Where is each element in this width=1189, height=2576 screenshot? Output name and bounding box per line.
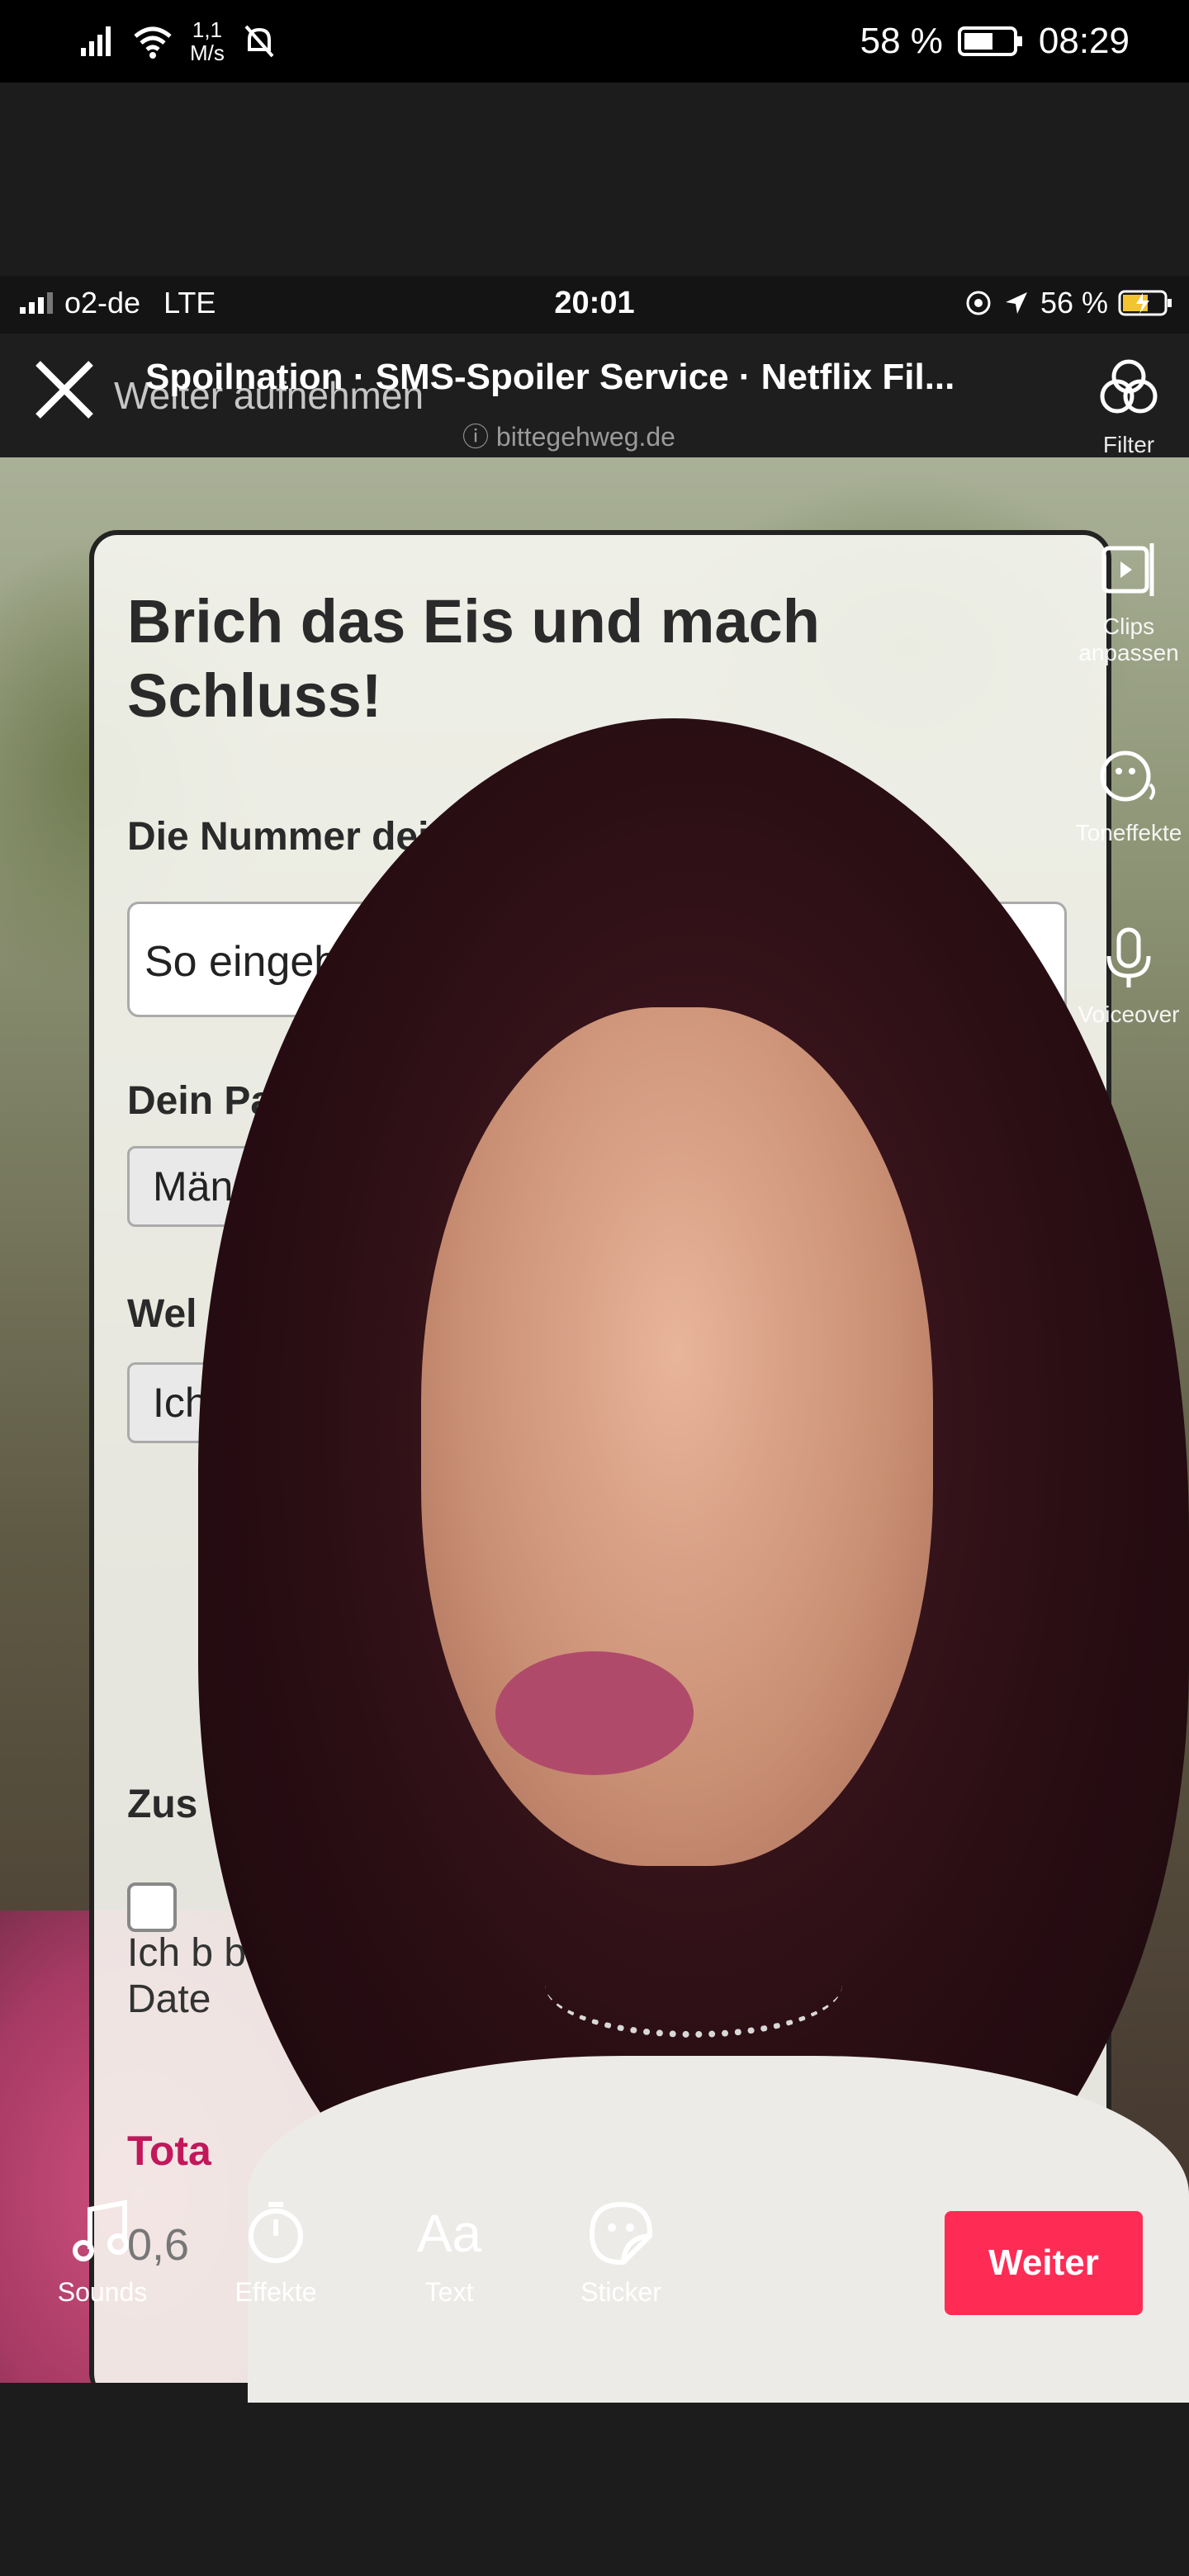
music-note-icon [73,2200,129,2261]
effects-button[interactable]: Effekte [218,2196,334,2308]
filter-button[interactable]: Filter [1075,355,1182,458]
network-speed-value: 1,1 [192,17,223,42]
sounds-label: Sounds [57,2277,148,2307]
recorded-battery-percent: 56 % [1040,286,1108,320]
text-button[interactable]: Aa Text [391,2196,507,2308]
voiceover-label: Voiceover [1078,1002,1180,1027]
form-heading: Brich das Eis und mach Schluss! [127,587,820,730]
clips-adjust-button[interactable]: Clips anpassen [1075,537,1182,666]
sticker-label: Sticker [580,2277,661,2307]
close-icon[interactable] [30,355,99,424]
sound-effects-button[interactable]: Toneffekte [1075,743,1182,846]
person-overlay [198,718,1189,2403]
rotation-lock-icon [966,291,991,315]
clips-label: Clips anpassen [1078,613,1179,665]
system-status-bar: 1,1 M/s 58 % 08:29 [0,0,1189,83]
necklace [545,1932,842,2038]
sticker-button[interactable]: Sticker [563,2196,679,2308]
sounds-button[interactable]: Sounds [45,2196,160,2308]
clock: 08:29 [1038,21,1130,61]
voiceover-button[interactable]: Voiceover [1075,925,1182,1028]
page-url: ⓘ bittegehweg.de [462,422,675,452]
microphone-icon [1106,927,1151,987]
sticker-icon [589,2201,652,2265]
browser-header: Weiter aufnehmen Spoilnation · SMS-Spoil… [0,334,1189,457]
effects-timer-icon [249,2202,303,2263]
charging-battery-icon [1118,290,1172,316]
location-icon [1005,292,1027,314]
network-speed-unit: M/s [190,40,225,65]
signal-icon [81,26,111,56]
text-icon: Aa [416,2204,482,2263]
consent-checkbox[interactable] [127,1882,177,1932]
filter-label: Filter [1102,432,1155,457]
next-button[interactable]: Weiter [945,2211,1143,2315]
which-label: Wel [127,1292,197,1336]
mute-bell-icon [244,25,274,58]
effects-label: Effekte [234,2277,317,2307]
text-label: Text [424,2277,474,2307]
sound-effects-label: Toneffekte [1075,820,1182,845]
extra-label: Zus [127,1783,198,1826]
battery-percent: 58 % [860,21,943,61]
battery-icon [957,26,1022,56]
recorded-status-bar: o2-de LTE 20:01 56 % [0,276,1189,334]
wifi-icon [134,26,172,59]
network-speed: 1,1 M/s [190,18,225,64]
lips [495,1651,694,1775]
filter-icon [1100,359,1158,414]
sound-effects-icon [1100,751,1155,802]
page-url-text: bittegehweg.de [495,422,675,452]
page-title: Spoilnation · SMS-Spoiler Service · Netf… [145,357,955,397]
clips-icon [1101,543,1154,596]
